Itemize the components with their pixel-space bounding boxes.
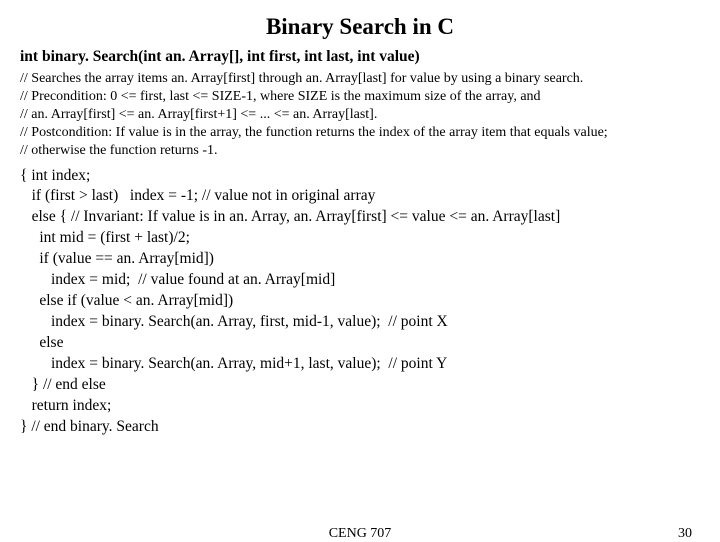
- slide-title: Binary Search in C: [20, 14, 700, 40]
- comment-line: // Postcondition: If value is in the arr…: [20, 124, 700, 142]
- code-line: } // end else: [20, 376, 106, 393]
- code-line: return index;: [20, 397, 111, 414]
- code-line: else if (value < an. Array[mid]): [20, 292, 233, 309]
- comment-block: // Searches the array items an. Array[fi…: [20, 70, 700, 160]
- code-line: int mid = (first + last)/2;: [20, 229, 190, 246]
- code-line: else: [20, 334, 63, 351]
- code-line: else { // Invariant: If value is in an. …: [20, 208, 560, 225]
- comment-line: // an. Array[first] <= an. Array[first+1…: [20, 106, 700, 124]
- code-line: if (value == an. Array[mid]): [20, 250, 214, 267]
- code-line: index = binary. Search(an. Array, mid+1,…: [20, 355, 447, 372]
- comment-line: // otherwise the function returns -1.: [20, 142, 700, 160]
- code-line: index = mid; // value found at an. Array…: [20, 271, 335, 288]
- code-block: { int index; if (first > last) index = -…: [20, 166, 700, 438]
- function-signature: int binary. Search(int an. Array[], int …: [20, 48, 700, 66]
- slide: Binary Search in C int binary. Search(in…: [0, 0, 720, 438]
- code-line: { int index;: [20, 167, 90, 184]
- code-line: if (first > last) index = -1; // value n…: [20, 187, 375, 204]
- code-line: index = binary. Search(an. Array, first,…: [20, 313, 448, 330]
- comment-line: // Precondition: 0 <= first, last <= SIZ…: [20, 88, 700, 106]
- code-line: } // end binary. Search: [20, 418, 159, 435]
- comment-line: // Searches the array items an. Array[fi…: [20, 70, 700, 88]
